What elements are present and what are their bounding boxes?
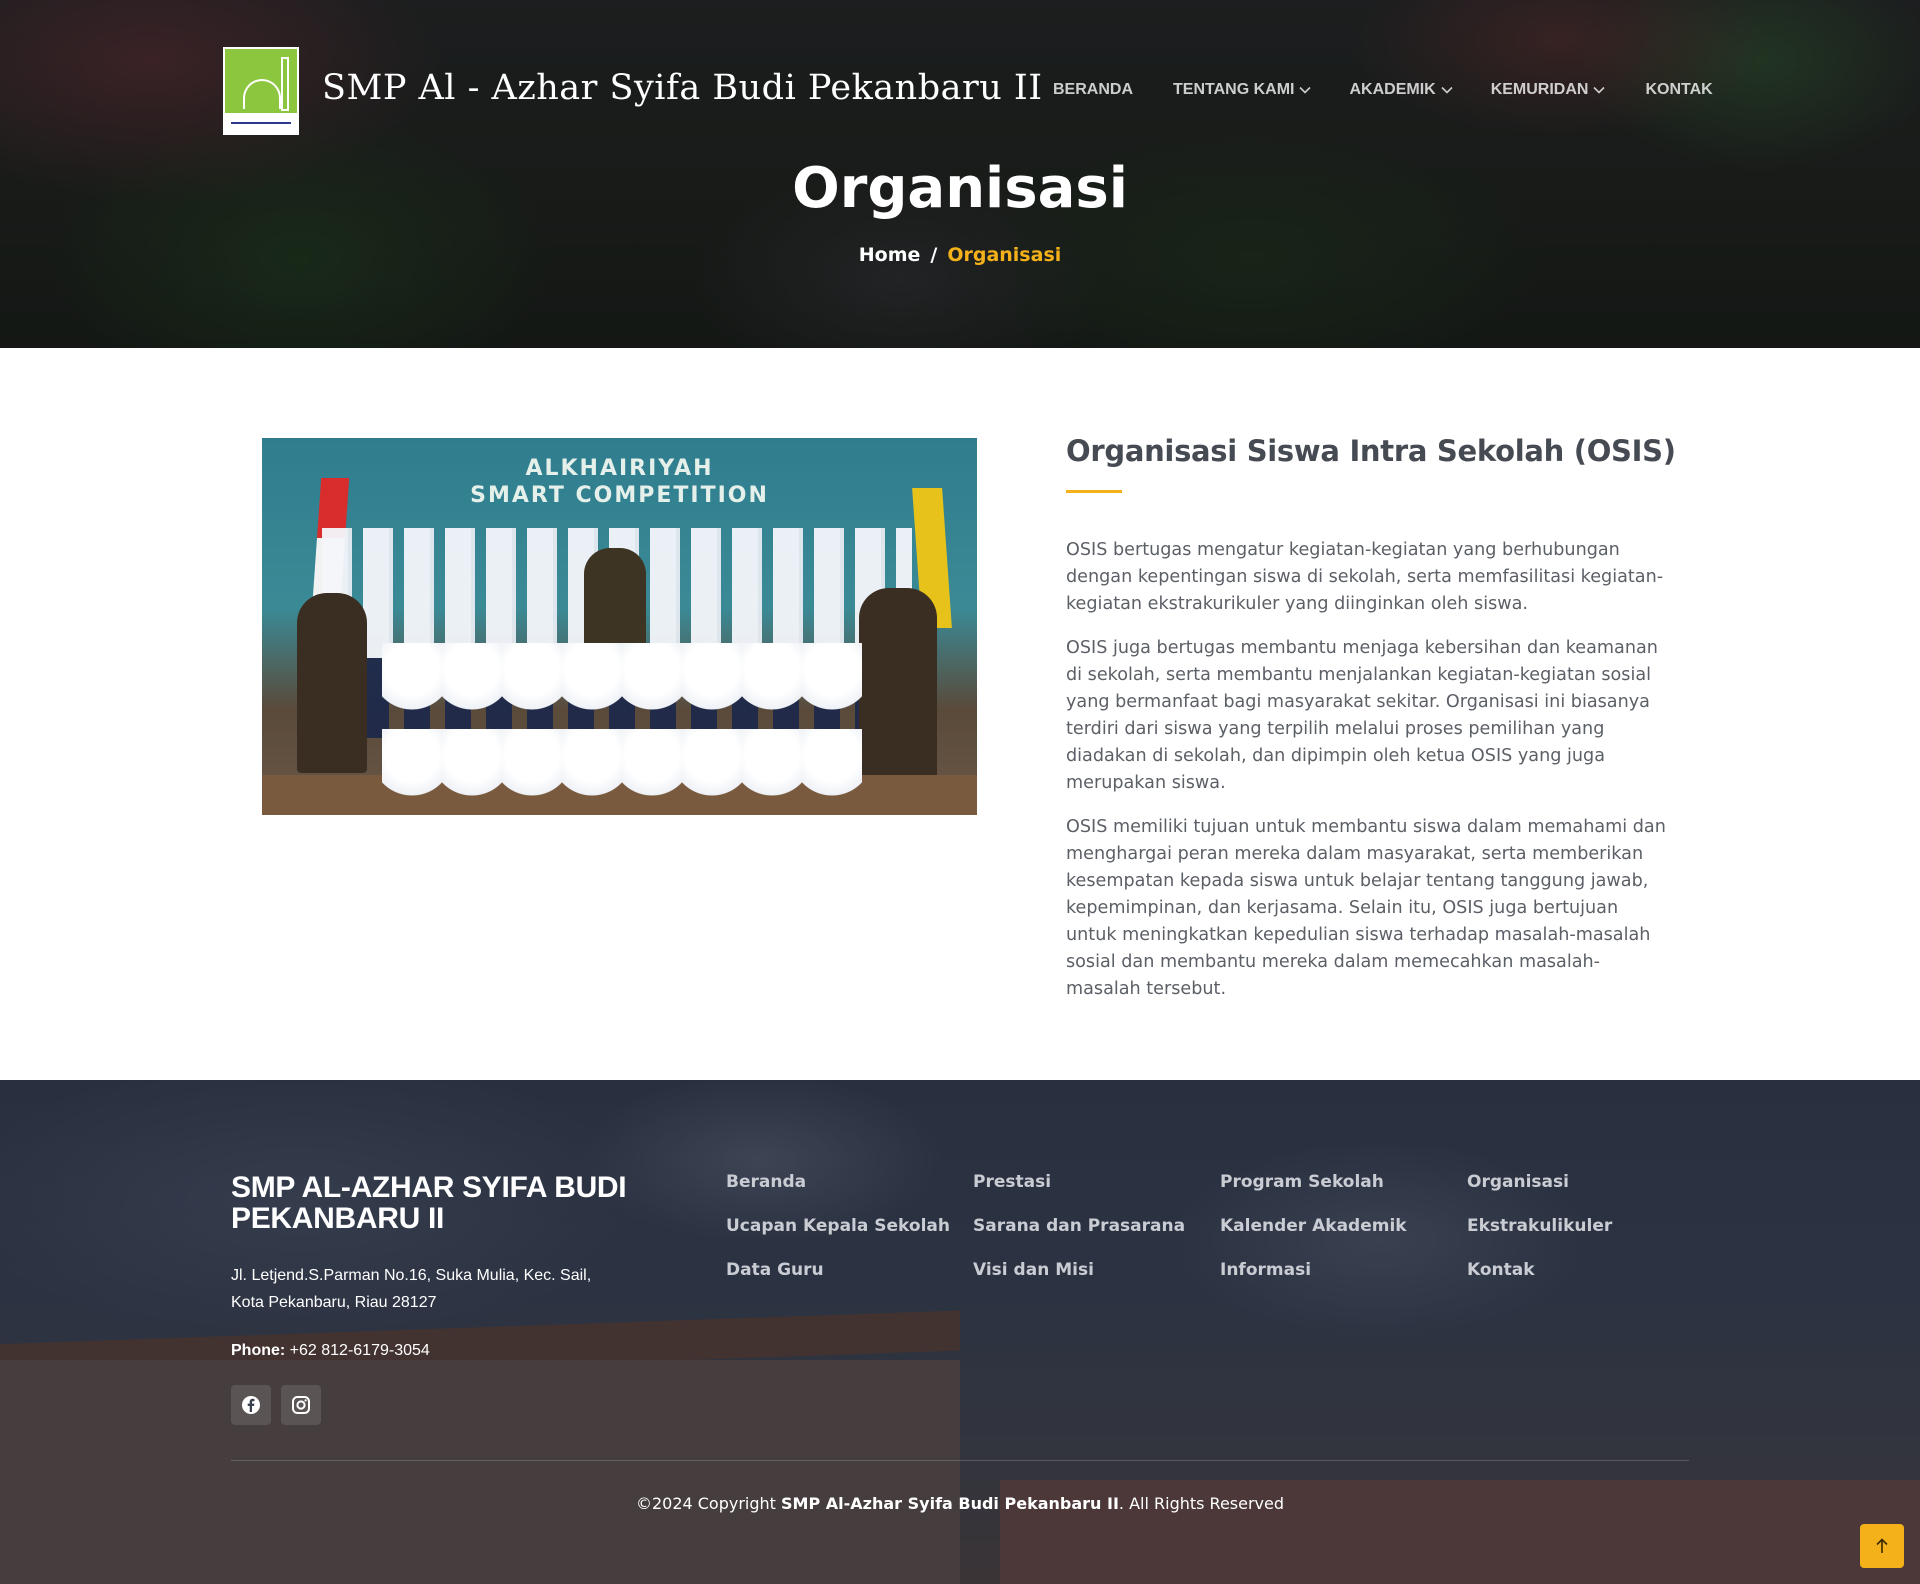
site-footer: SMP AL-AZHAR SYIFA BUDI PEKANBARU II Jl.… — [0, 1080, 1920, 1584]
footer-brand: SMP AL-AZHAR SYIFA BUDI PEKANBARU II — [231, 1171, 627, 1235]
back-to-top-button[interactable] — [1860, 1524, 1904, 1568]
paragraph: OSIS juga bertugas membantu menjaga kebe… — [1066, 638, 1658, 793]
instagram-link[interactable] — [281, 1385, 321, 1425]
footer-link-visi-misi[interactable]: Visi dan Misi — [973, 1261, 1220, 1280]
footer-link-kontak[interactable]: Kontak — [1467, 1261, 1667, 1280]
chevron-down-icon — [1441, 86, 1453, 94]
nav-item-beranda[interactable]: BERANDA — [1053, 81, 1133, 99]
copyright: ©2024 Copyright SMP Al-Azhar Syifa Budi … — [0, 1494, 1920, 1513]
footer-links: Beranda Prestasi Program Sekolah Organis… — [726, 1173, 1667, 1280]
arrow-up-icon — [1876, 1538, 1888, 1553]
nav-label: AKADEMIK — [1349, 81, 1436, 98]
students-front-row — [382, 643, 862, 815]
phone-number: +62 812-6179-3054 — [289, 1342, 430, 1359]
footer-link-data-guru[interactable]: Data Guru — [726, 1261, 973, 1280]
breadcrumb-separator: / — [930, 244, 938, 266]
teacher-right — [859, 588, 937, 778]
banner-line-2: SMART COMPETITION — [470, 483, 769, 508]
footer-link-beranda[interactable]: Beranda — [726, 1173, 973, 1192]
banner-line-1: ALKHAIRIYAH — [525, 456, 714, 481]
nav-label: KEMURIDAN — [1490, 81, 1589, 98]
osis-group-photo: ALKHAIRIYAH SMART COMPETITION — [262, 438, 977, 815]
footer-address: Jl. Letjend.S.Parman No.16, Suka Mulia, … — [231, 1262, 631, 1316]
footer-link-informasi[interactable]: Informasi — [1220, 1261, 1467, 1280]
social-links — [231, 1385, 321, 1425]
footer-link-organisasi[interactable]: Organisasi — [1467, 1173, 1667, 1192]
nav-item-kontak[interactable]: KONTAK — [1645, 81, 1712, 99]
minaret-icon — [281, 57, 289, 111]
facebook-icon — [242, 1396, 260, 1414]
nav-item-akademik[interactable]: AKADEMIK — [1349, 81, 1453, 99]
nav-label: KONTAK — [1645, 81, 1713, 98]
breadcrumb-home-link[interactable]: Home — [859, 244, 921, 266]
chevron-down-icon — [1593, 86, 1606, 94]
footer-phone: Phone: +62 812-6179-3054 — [231, 1342, 430, 1360]
breadcrumb: Home / Organisasi — [0, 244, 1920, 266]
nav-item-kemuridan[interactable]: KEMURIDAN — [1491, 81, 1606, 99]
heading-underline — [1066, 490, 1122, 493]
nav-item-tentang-kami[interactable]: TENTANG KAMI — [1173, 81, 1312, 99]
copyright-suffix: . All Rights Reserved — [1118, 1494, 1285, 1513]
copyright-prefix: ©2024 Copyright — [635, 1494, 776, 1513]
chevron-down-icon — [1299, 86, 1312, 94]
school-logo[interactable] — [223, 47, 299, 135]
section-heading: Organisasi Siswa Intra Sekolah (OSIS) — [1066, 434, 1676, 468]
footer-link-program-sekolah[interactable]: Program Sekolah — [1220, 1173, 1467, 1192]
osis-description: Organisasi Siswa Intra Sekolah (OSIS) OS… — [1066, 434, 1676, 1020]
nav-label: BERANDA — [1053, 81, 1133, 98]
site-title[interactable]: SMP Al - Azhar Syifa Budi Pekanbaru II — [322, 68, 1043, 108]
footer-link-prestasi[interactable]: Prestasi — [973, 1173, 1220, 1192]
hero-header: SMP Al - Azhar Syifa Budi Pekanbaru II B… — [0, 0, 1920, 348]
mosque-dome-icon — [243, 79, 281, 109]
instagram-icon — [292, 1396, 310, 1414]
address-line: Jl. Letjend.S.Parman No.16, Suka Mulia, … — [231, 1267, 592, 1284]
facebook-link[interactable] — [231, 1385, 271, 1425]
footer-divider — [231, 1460, 1689, 1461]
footer-link-kalender-akademik[interactable]: Kalender Akademik — [1220, 1217, 1467, 1236]
footer-link-ekstrakulikuler[interactable]: Ekstrakulikuler — [1467, 1217, 1667, 1236]
teacher-left — [297, 593, 367, 773]
breadcrumb-current: Organisasi — [947, 244, 1062, 266]
footer-link-ucapan-kepala-sekolah[interactable]: Ucapan Kepala Sekolah — [726, 1217, 973, 1236]
paragraph: OSIS memiliki tujuan untuk membantu sisw… — [1066, 817, 1666, 999]
page-title: Organisasi — [792, 156, 1128, 221]
phone-label: Phone: — [231, 1342, 286, 1359]
logo-caption-band — [225, 113, 297, 133]
footer-link-sarana-prasarana[interactable]: Sarana dan Prasarana — [973, 1217, 1220, 1236]
photo-banner: ALKHAIRIYAH SMART COMPETITION — [262, 456, 977, 508]
main-nav: BERANDA TENTANG KAMI AKADEMIK KEMURIDAN … — [1053, 81, 1713, 99]
paragraph: OSIS bertugas mengatur kegiatan-kegiatan… — [1066, 540, 1664, 614]
nav-label: TENTANG KAMI — [1173, 81, 1295, 98]
address-line: Kota Pekanbaru, Riau 28127 — [231, 1294, 437, 1311]
copyright-name: SMP Al-Azhar Syifa Budi Pekanbaru II — [781, 1494, 1119, 1513]
